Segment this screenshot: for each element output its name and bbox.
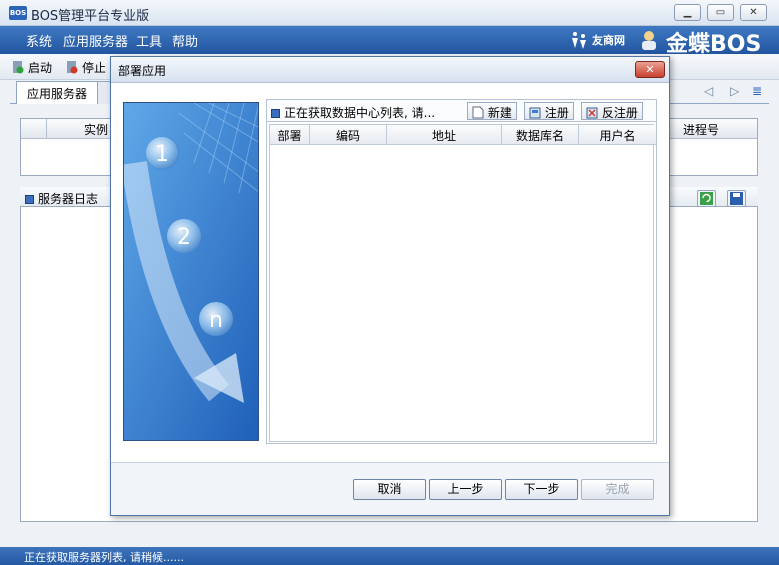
new-button[interactable]: 新建 [467,102,517,120]
log-panel-title: 服务器日志 [38,192,99,206]
start-label: 启动 [28,61,53,75]
register-button[interactable]: 注册 [524,102,574,120]
refresh-log-button[interactable] [697,190,716,207]
restore-button[interactable]: ▭ [707,4,734,21]
brand-small-label: 友商网 [592,34,625,47]
unregister-button[interactable]: 反注册 [581,102,643,120]
tab-next-icon[interactable]: ▷ [730,84,739,98]
tab-list-icon[interactable]: ≣ [752,84,762,98]
tab-app-server[interactable]: 应用服务器 [16,81,99,104]
wizard-step-2: 2 [177,225,191,250]
cancel-button[interactable]: 取消 [353,479,426,500]
finish-button[interactable]: 完成 [581,479,654,500]
kingdee-mascot-icon [642,31,656,50]
next-step-button[interactable]: 下一步 [505,479,578,500]
register-icon [529,107,541,119]
wizard-steps-graphic: 1 2 n [124,103,258,440]
close-window-button[interactable]: ✕ [740,4,767,21]
start-icon [13,61,24,74]
wizard-step-1: 1 [155,142,169,167]
col-pid: 进程号 [682,123,719,137]
tab-second[interactable] [97,81,111,104]
col-username: 用户名 [579,125,656,145]
tab-prev-icon[interactable]: ◁ [704,84,713,98]
app-titlebar: BOS BOS管理平台专业版 ▁ ▭ ✕ [0,0,779,26]
app-title: BOS管理平台专业版 [31,9,150,24]
menu-app-server[interactable]: 应用服务器 [63,31,128,50]
menu-system[interactable]: 系统 [26,31,52,50]
dialog-titlebar: 部署应用 ✕ [111,57,669,83]
dialog-title: 部署应用 [118,64,167,78]
new-doc-icon [472,106,484,119]
loading-message: 正在获取数据中心列表, 请... [284,106,436,120]
log-panel-icon [25,195,34,204]
wizard-step-n: n [209,308,223,333]
unregister-label: 反注册 [601,106,638,120]
col-address: 地址 [387,125,502,145]
panel-header-icon [271,109,280,118]
stop-label: 停止 [82,61,107,75]
youshang-logo: 友商网 [570,30,630,53]
stop-button[interactable]: 停止 [66,59,106,76]
col-deploy: 部署 [270,125,310,145]
menu-tools[interactable]: 工具 [136,31,162,50]
col-instance: 实例 [83,123,108,137]
refresh-icon [700,192,713,205]
unregister-icon [586,107,598,119]
datacenter-panel: 正在获取数据中心列表, 请... 新建 注册 反注册 部署 编码 地址 数据库名… [266,99,657,444]
deploy-dialog: 部署应用 ✕ 1 2 n 正在获取数据中心列表, 请... 新建 注册 反注册 … [110,56,670,516]
register-label: 注册 [544,106,569,120]
new-label: 新建 [487,106,512,120]
datacenter-panel-header: 正在获取数据中心列表, 请... 新建 注册 反注册 [267,100,656,122]
status-bar: 正在获取服务器列表, 请稍候...... [0,547,779,565]
minimize-button[interactable]: ▁ [674,4,701,21]
menu-bar: 系统 应用服务器 工具 帮助 [0,26,779,54]
col-db-name: 数据库名 [502,125,579,145]
datacenter-grid: 部署 编码 地址 数据库名 用户名 [269,124,656,442]
start-button[interactable]: 启动 [12,59,52,76]
save-log-button[interactable] [727,190,746,207]
dialog-close-button[interactable]: ✕ [635,61,665,78]
stop-icon [67,61,78,74]
menu-help[interactable]: 帮助 [172,31,198,50]
prev-step-button[interactable]: 上一步 [429,479,502,500]
col-code: 编码 [310,125,387,145]
save-icon [730,192,743,205]
wizard-illustration: 1 2 n [123,102,259,441]
app-icon: BOS [9,6,27,20]
